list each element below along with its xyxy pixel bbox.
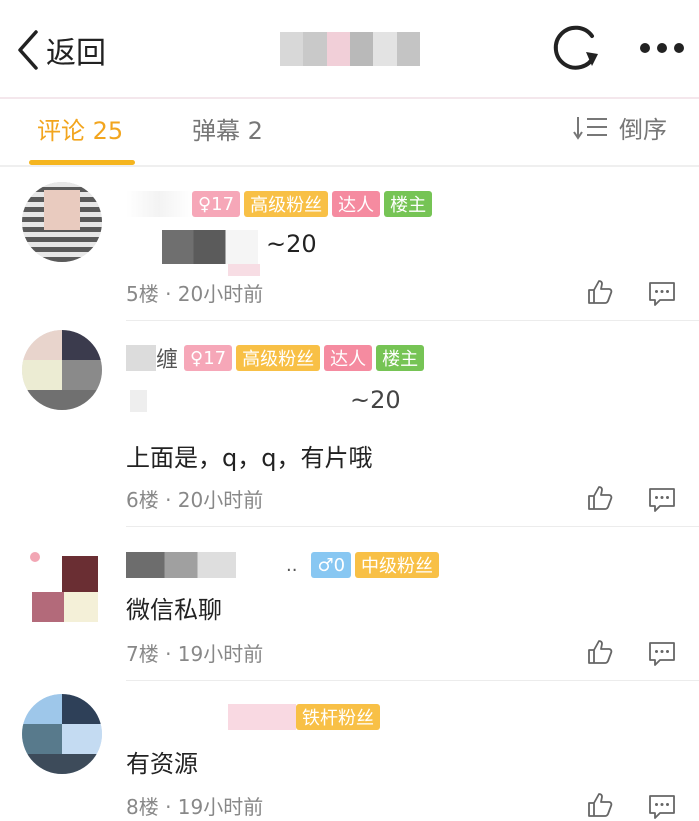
comment-icon[interactable] bbox=[648, 486, 676, 514]
comment-meta: 7楼 · 19小时前 bbox=[126, 642, 264, 666]
username-partial: 缠 bbox=[156, 348, 179, 373]
avatar[interactable] bbox=[22, 548, 102, 628]
back-button[interactable]: 返回 bbox=[14, 26, 106, 74]
comment-meta: 6楼 · 20小时前 bbox=[126, 488, 264, 512]
comment-divider bbox=[126, 526, 699, 527]
sort-button[interactable]: 倒序 bbox=[573, 110, 667, 145]
top-bar: 返回 bbox=[0, 0, 699, 98]
daren-badge: 达人 bbox=[332, 191, 381, 217]
sort-icon bbox=[573, 116, 607, 140]
user-info-row: .. ♂0 中级粉丝 bbox=[126, 551, 443, 579]
tab-comments[interactable]: 评论 25 bbox=[37, 111, 123, 146]
quote-blurred bbox=[130, 390, 344, 412]
comment-text: 微信私聊 bbox=[126, 596, 222, 624]
comment-divider bbox=[126, 320, 699, 321]
back-label: 返回 bbox=[46, 36, 106, 71]
comment-meta: 5楼 · 20小时前 bbox=[126, 282, 264, 306]
sort-label: 倒序 bbox=[619, 116, 667, 144]
tabs-divider bbox=[0, 165, 699, 167]
comment-text: ~20 bbox=[266, 230, 317, 258]
thumb-up-icon[interactable] bbox=[586, 278, 614, 306]
user-info-row: 铁杆粉丝 bbox=[126, 703, 384, 731]
comment-icon[interactable] bbox=[648, 280, 676, 308]
avatar[interactable] bbox=[22, 182, 102, 262]
more-icon[interactable] bbox=[640, 32, 684, 64]
thumb-up-icon[interactable] bbox=[586, 638, 614, 666]
user-info-row: 缠 ♀17 高级粉丝 达人 楼主 bbox=[126, 344, 428, 373]
avatar[interactable] bbox=[22, 694, 102, 774]
username-blurred[interactable] bbox=[126, 552, 236, 578]
refresh-icon[interactable] bbox=[548, 22, 604, 74]
comment-icon[interactable] bbox=[648, 793, 676, 821]
comment-icon[interactable] bbox=[648, 640, 676, 668]
thumb-up-icon[interactable] bbox=[586, 484, 614, 512]
fan-badge: 中级粉丝 bbox=[355, 552, 440, 578]
tab-danmaku[interactable]: 弹幕 2 bbox=[192, 111, 263, 146]
level-badge: ♀17 bbox=[184, 345, 233, 371]
gender-level-badge: ♂0 bbox=[311, 552, 352, 578]
comment-text: 有资源 bbox=[126, 750, 198, 778]
comment-meta: 8楼 · 19小时前 bbox=[126, 795, 264, 819]
comment-text: 上面是，q，q，有片哦 bbox=[126, 444, 373, 472]
avatar[interactable] bbox=[22, 330, 102, 410]
username-blurred[interactable] bbox=[126, 345, 156, 371]
chevron-left-icon bbox=[18, 30, 38, 70]
louzhu-badge: 楼主 bbox=[384, 191, 433, 217]
text-blurred bbox=[228, 264, 260, 276]
username-blurred[interactable] bbox=[126, 191, 192, 217]
fan-badge: 高级粉丝 bbox=[236, 345, 321, 371]
username-suffix: .. bbox=[286, 554, 298, 576]
comment-divider bbox=[126, 680, 699, 681]
fan-badge: 高级粉丝 bbox=[244, 191, 329, 217]
thumb-up-icon[interactable] bbox=[586, 791, 614, 819]
louzhu-badge: 楼主 bbox=[376, 345, 425, 371]
daren-badge: 达人 bbox=[324, 345, 373, 371]
page-title-blurred bbox=[280, 32, 420, 66]
level-badge: ♀17 bbox=[192, 191, 241, 217]
user-info-row: ♀17 高级粉丝 达人 楼主 bbox=[126, 190, 436, 218]
username-blurred[interactable] bbox=[126, 704, 296, 730]
quote-text: ~20 bbox=[350, 386, 401, 414]
fan-badge: 铁杆粉丝 bbox=[296, 704, 380, 730]
text-blurred bbox=[162, 230, 258, 264]
